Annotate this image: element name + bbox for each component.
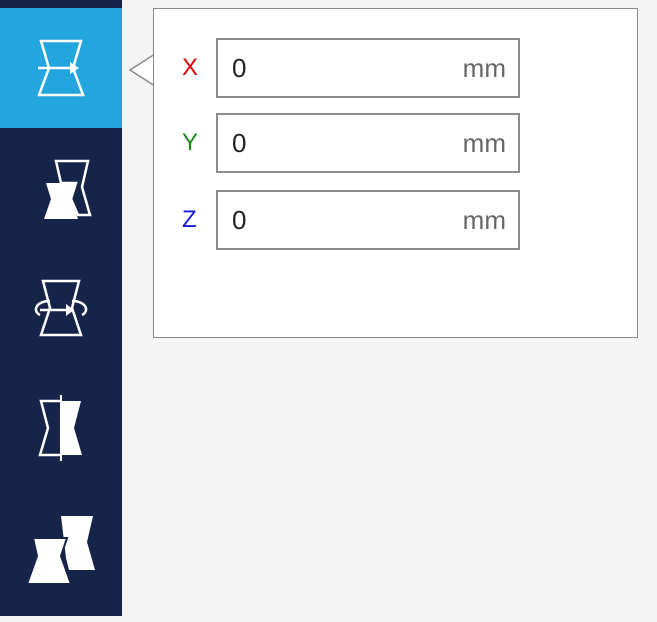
x-unit: mm <box>462 53 506 83</box>
z-unit: mm <box>462 205 506 235</box>
move-tool-button[interactable] <box>0 8 122 128</box>
z-input[interactable]: 0 mm <box>216 190 520 250</box>
mirror-tool-button[interactable] <box>0 368 122 488</box>
tool-toolbar <box>0 0 122 616</box>
z-axis-label: Z <box>182 206 197 233</box>
x-row: X 0 mm <box>182 38 520 98</box>
scale-tool-button[interactable] <box>0 128 122 248</box>
z-value[interactable]: 0 <box>232 192 246 248</box>
move-tool-icon <box>37 39 85 97</box>
x-input[interactable]: 0 mm <box>216 38 520 98</box>
y-input[interactable]: 0 mm <box>216 113 520 173</box>
per-model-settings-tool-button[interactable] <box>0 488 122 608</box>
per-model-settings-icon <box>25 516 95 585</box>
z-row: Z 0 mm <box>182 190 520 250</box>
x-value[interactable]: 0 <box>232 40 246 96</box>
y-row: Y 0 mm <box>182 113 520 173</box>
y-value[interactable]: 0 <box>232 115 246 171</box>
rotate-tool-button[interactable] <box>0 248 122 368</box>
move-tool-panel: X 0 mm Y 0 mm Z 0 mm <box>153 8 638 338</box>
y-unit: mm <box>462 128 506 158</box>
scale-tool-icon <box>44 159 92 219</box>
x-axis-label: X <box>182 54 199 81</box>
y-axis-label: Y <box>182 129 199 156</box>
rotate-tool-icon <box>34 279 88 337</box>
mirror-tool-icon <box>38 395 82 461</box>
